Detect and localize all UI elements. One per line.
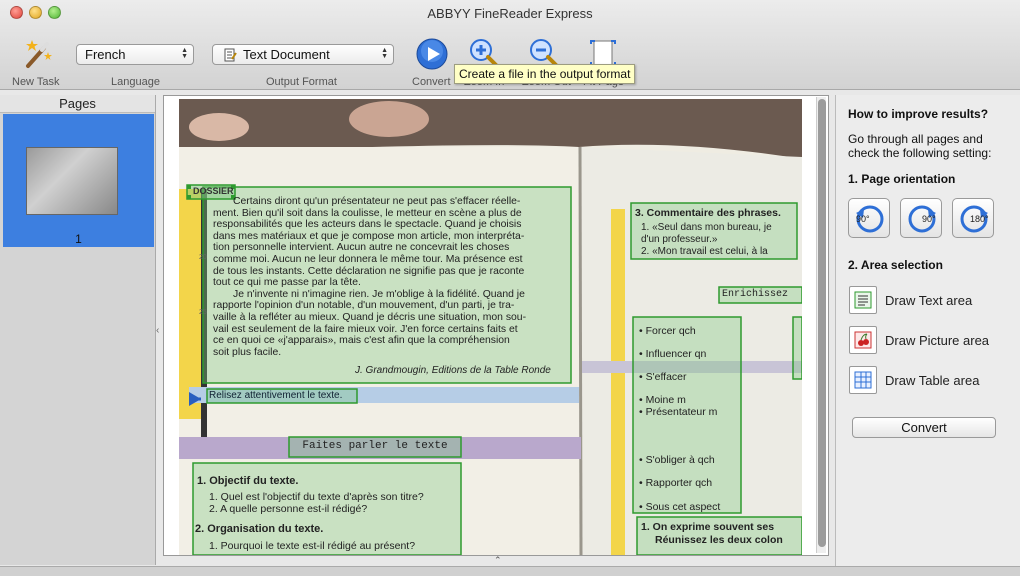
paragraph-line: ce en quoi ce «j'apparais», mais c'est a… — [213, 335, 510, 347]
output-format-label: Output Format — [266, 76, 337, 88]
paragraph-line: tion personnelle intervient. Aucun autre… — [213, 242, 510, 254]
magic-wand-icon[interactable] — [20, 36, 56, 72]
vocab-item: • S'obliger à qch — [639, 454, 715, 466]
paragraph-line: tout ce qui me passe par la tête. — [213, 277, 361, 289]
pages-panel: Pages 1 — [0, 95, 156, 565]
hints-heading: How to improve results? — [848, 107, 989, 121]
margin-number-20: 20 — [199, 254, 207, 261]
output-format-value: Text Document — [243, 47, 330, 62]
app-window: ABBYY FineReader Express New Task French… — [0, 0, 1020, 576]
scrollbar-thumb[interactable] — [818, 99, 826, 547]
paragraph-line: ment. Bien qu'il soit dans la coulisse, … — [213, 207, 522, 219]
paragraph-line: rapporte l'opinion d'un notable, d'un mo… — [213, 300, 515, 312]
hints-intro-1: Go through all pages and — [848, 132, 983, 146]
rotate-right-button[interactable]: 90° — [900, 198, 942, 238]
q2-line-1: 1. Pourquoi le texte est-il rédigé au pr… — [209, 540, 416, 552]
draw-table-area-label: Draw Table area — [885, 372, 980, 388]
select-arrows-icon: ▲ ▼ — [181, 47, 188, 60]
language-label: Language — [111, 76, 160, 88]
paragraph-line: vail est seulement de la faire mieux voi… — [213, 323, 518, 335]
area-selection-heading: 2. Area selection — [848, 258, 943, 272]
rotate-180-button[interactable]: 180° — [952, 198, 994, 238]
rotate-180-label: 180° — [970, 214, 989, 224]
titlebar: ABBYY FineReader Express New Task French… — [0, 0, 1020, 90]
vocab-item: • Moine m — [639, 394, 686, 406]
paragraph-line: Certains diront qu'un présentateur ne pe… — [233, 196, 521, 207]
vocab-item: • Présentateur m — [639, 406, 718, 418]
right-section-title: 3. Commentaire des phrases. — [635, 207, 781, 219]
banner-text: Faites parler le texte — [302, 440, 448, 452]
vocab-item: • Sous cet aspect — [639, 501, 721, 513]
right-line-1: 1. «Seul dans mon bureau, je — [641, 222, 772, 233]
language-select[interactable]: French ▲ ▼ — [76, 44, 194, 65]
new-task-label: New Task — [12, 76, 60, 88]
paragraph-line: de tous les instants. Cette déclaration … — [213, 265, 525, 277]
rotate-left-label: 90° — [856, 214, 870, 224]
main-paragraph: Certains diront qu'un présentateur ne pe… — [213, 196, 565, 358]
page-thumbnail-image — [26, 147, 118, 215]
paragraph-line: vaille à la refléter au mieux. Quand je … — [213, 311, 527, 323]
splitter-handle-icon[interactable]: ‹ — [156, 325, 159, 336]
vocab-item: • Rapporter qch — [639, 477, 713, 489]
paragraph-line: comme moi. Aucun ne leur donnera le même… — [213, 253, 523, 265]
table-area-icon — [849, 366, 877, 394]
q1-title: 1. Objectif du texte. — [197, 475, 299, 487]
convert-tooltip: Create a file in the output format — [454, 64, 636, 84]
q1-line-2: 2. A quelle personne est-il rédigé? — [209, 503, 368, 515]
dossier-label: DOSSIER — [193, 186, 234, 196]
margin-number-25: 25 — [199, 309, 207, 316]
resize-hint-icon: ⌃ — [494, 555, 502, 565]
page-thumbnail-item[interactable]: 1 — [3, 114, 154, 247]
scanned-page-image: DOSSIER Certains diront qu'un présentate… — [179, 99, 802, 555]
document-icon — [224, 48, 237, 61]
draw-text-area-label: Draw Text area — [885, 292, 973, 308]
paragraph-line: Je n'invente ni n'imagine rien. Je m'obl… — [233, 288, 525, 300]
convert-label: Convert — [412, 76, 451, 88]
paragraph-line: soit plus facile. — [213, 346, 282, 358]
instruction-text: Relisez attentivement le texte. — [209, 390, 343, 401]
bottom-bar — [0, 566, 1020, 576]
vocab-item: • S'effacer — [639, 371, 687, 383]
page-orientation-heading: 1. Page orientation — [848, 172, 956, 186]
pages-title: Pages — [0, 95, 155, 113]
document-viewer[interactable]: DOSSIER Certains diront qu'un présentate… — [163, 95, 829, 556]
rotate-left-button[interactable]: 90° — [848, 198, 890, 238]
q1-line-1: 1. Quel est l'objectif du texte d'après … — [209, 491, 424, 503]
bottom-title: 1. On exprime souvent ses — [641, 521, 775, 533]
convert-play-icon[interactable] — [416, 38, 448, 70]
output-format-select[interactable]: Text Document ▲ ▼ — [212, 44, 394, 65]
q2-title: 2. Organisation du texte. — [195, 523, 324, 535]
rotate-right-label: 90° — [922, 214, 936, 224]
vocab-item: • Forcer qch — [639, 325, 696, 337]
right-line-3: 2. «Mon travail est celui, à la — [641, 246, 768, 257]
draw-picture-area-button[interactable]: Draw Picture area — [849, 326, 989, 354]
language-value: French — [85, 47, 126, 62]
paragraph-line: dans mes matériaux et que je compose mon… — [213, 230, 525, 242]
attribution: J. Grandmougin, Editions de la Table Ron… — [355, 365, 551, 376]
page-number: 1 — [75, 232, 82, 246]
text-area-icon — [849, 286, 877, 314]
draw-table-area-button[interactable]: Draw Table area — [849, 366, 979, 394]
vocab-item: • Influencer qn — [639, 348, 707, 360]
draw-picture-area-label: Draw Picture area — [885, 332, 990, 348]
select-arrows-icon: ▲ ▼ — [381, 47, 388, 60]
paragraph-line: responsabilités que les acteurs dans le … — [213, 219, 522, 231]
hints-intro-2: check the following setting: — [848, 146, 992, 160]
vertical-scrollbar[interactable] — [816, 97, 826, 553]
draw-text-area-button[interactable]: Draw Text area — [849, 286, 972, 314]
convert-button[interactable]: Convert — [852, 417, 996, 438]
picture-area-icon — [849, 326, 877, 354]
right-line-2: d'un professeur.» — [641, 234, 718, 245]
hints-panel: How to improve results? Go through all p… — [835, 95, 1020, 566]
enrich-heading: Enrichissez — [722, 289, 789, 300]
window-title: ABBYY FineReader Express — [427, 6, 593, 21]
bottom-line: Réunissez les deux colon — [655, 534, 783, 546]
